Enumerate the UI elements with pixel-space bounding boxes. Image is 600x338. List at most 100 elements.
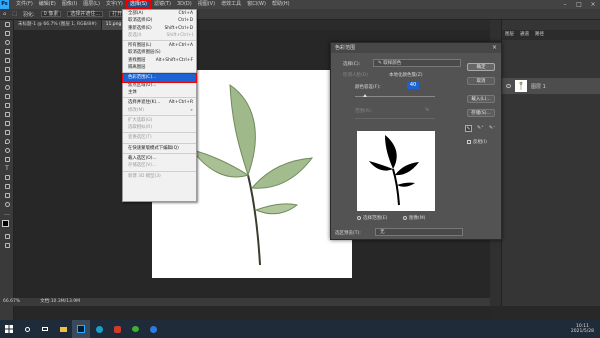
quick-mask-icon[interactable]: [0, 232, 14, 241]
feather-input[interactable]: 0 像素: [40, 11, 62, 17]
eyedropper-icon[interactable]: ✎: [465, 125, 472, 132]
zoom-level[interactable]: 66.67%: [3, 298, 20, 306]
photoshop-taskbar-icon[interactable]: [72, 320, 90, 338]
localized-color-clusters-checkbox[interactable]: 本地化颜色簇(Z): [389, 72, 423, 78]
menu-edit[interactable]: 编辑(E): [36, 0, 59, 9]
menu-type[interactable]: 文字(Y): [103, 0, 126, 9]
task-view-icon[interactable]: [36, 320, 54, 338]
menu-item[interactable]: 全部(A) Ctrl+A: [123, 10, 196, 17]
tab-paths[interactable]: 路径: [535, 30, 544, 40]
menu-select[interactable]: 选择(S): [125, 0, 151, 9]
menu-item[interactable]: 选择并遮住(K)... Alt+Ctrl+R: [123, 99, 196, 106]
wechat-icon[interactable]: [126, 320, 144, 338]
select-dropdown[interactable]: ✎ 取样颜色: [373, 59, 461, 67]
foreground-color-swatch[interactable]: [2, 220, 9, 227]
radio-selection[interactable]: 选择范围(E): [357, 215, 387, 221]
eraser-tool-icon[interactable]: [0, 119, 14, 128]
move-tool-icon[interactable]: [0, 20, 14, 29]
fuzziness-slider-track[interactable]: [355, 96, 435, 97]
menu-item-color-range[interactable]: 色彩范围(C)...: [122, 73, 197, 83]
eye-icon[interactable]: [506, 84, 511, 88]
close-icon[interactable]: ×: [586, 0, 600, 9]
taskbar-clock[interactable]: 10:11 2021/5/28: [571, 320, 594, 338]
window-controls: – □ ×: [558, 0, 600, 9]
fuzziness-slider-thumb[interactable]: [362, 94, 367, 97]
layer-row[interactable]: 图层 1: [502, 78, 600, 94]
gradient-tool-icon[interactable]: [0, 128, 14, 137]
menu-help[interactable]: 帮助(H): [269, 0, 293, 9]
color-swatches[interactable]: [0, 218, 13, 232]
menu-item[interactable]: 查找图层 Alt+Shift+Ctrl+F: [123, 57, 196, 64]
dialog-close-icon[interactable]: ×: [492, 43, 497, 53]
selection-preview-pane[interactable]: [357, 131, 435, 211]
history-brush-tool-icon[interactable]: [0, 110, 14, 119]
eyedropper-plus-icon[interactable]: ✎⁺: [477, 125, 484, 132]
menu-item[interactable]: 在快速蒙版模式下编辑(Q): [123, 145, 196, 152]
menu-item-label: 隔离图层: [128, 65, 146, 71]
zoom-tool-icon[interactable]: [0, 200, 14, 209]
type-tool-icon[interactable]: T: [0, 164, 14, 173]
dodge-tool-icon[interactable]: [0, 146, 14, 155]
menu-file[interactable]: 文件(F): [13, 0, 36, 9]
stamp-tool-icon[interactable]: [0, 101, 14, 110]
search-icon[interactable]: [18, 320, 36, 338]
tab-channels[interactable]: 通道: [520, 30, 529, 40]
screen-mode-icon[interactable]: [0, 241, 14, 250]
path-select-tool-icon[interactable]: [0, 173, 14, 182]
wps-office-icon[interactable]: [108, 320, 126, 338]
menu-item[interactable]: 取消选择图层(S): [123, 49, 196, 56]
radio-image[interactable]: 图像(M): [403, 215, 425, 221]
menu-window[interactable]: 窗口(W): [244, 0, 269, 9]
menu-item-label: 取消选择(D): [128, 18, 153, 24]
home-icon[interactable]: ⌂: [3, 11, 6, 17]
quick-select-tool-icon[interactable]: [0, 47, 14, 56]
maximize-icon[interactable]: □: [572, 0, 586, 9]
menu-filter[interactable]: 滤镜(T): [151, 0, 174, 9]
invert-checkbox[interactable]: 反相(I): [467, 139, 487, 145]
minimize-icon[interactable]: –: [558, 0, 572, 9]
select-and-mask-button[interactable]: 选择并遮住...: [67, 11, 104, 17]
windows-start-icon[interactable]: [0, 320, 18, 338]
menu-layer[interactable]: 图层(L): [80, 0, 103, 9]
menu-item[interactable]: 所有图层(L) Alt+Ctrl+A: [123, 42, 196, 49]
menu-item[interactable]: 主体: [123, 89, 196, 96]
radio-image-indicator[interactable]: [403, 215, 407, 220]
shape-tool-icon[interactable]: [0, 182, 14, 191]
radio-selection-indicator[interactable]: [357, 215, 361, 220]
more-tools-icon[interactable]: …: [0, 209, 14, 218]
menu-view[interactable]: 视图(V): [195, 0, 218, 9]
edge-browser-icon[interactable]: [90, 320, 108, 338]
invert-checkbox-box[interactable]: [467, 139, 471, 144]
marquee-tool-icon[interactable]: [0, 29, 14, 38]
lasso-tool-icon[interactable]: [0, 38, 14, 47]
menu-3d[interactable]: 3D(D): [174, 0, 195, 9]
healing-brush-tool-icon[interactable]: [0, 83, 14, 92]
tab-layers[interactable]: 图层: [505, 30, 514, 40]
pen-tool-icon[interactable]: [0, 155, 14, 164]
save-button[interactable]: 存储(S)...: [467, 109, 495, 117]
file-explorer-icon[interactable]: [54, 320, 72, 338]
ok-button[interactable]: 确定: [467, 63, 495, 71]
menu-item[interactable]: 重新选择(E) Shift+Ctrl+D: [123, 25, 196, 32]
load-button[interactable]: 载入(L)...: [467, 95, 495, 103]
crop-tool-icon[interactable]: [0, 56, 14, 65]
marquee-tool-icon[interactable]: ⬚: [12, 11, 17, 17]
tab-untitled[interactable]: 未标题-1 @ 66.7% (图层 1, RGB/8#): [14, 20, 102, 30]
menu-item[interactable]: 载入选区(O)...: [123, 155, 196, 162]
menu-item[interactable]: 焦点区域(U)...: [123, 82, 196, 89]
fuzziness-input[interactable]: 40: [407, 82, 419, 89]
selection-preview-dropdown[interactable]: 无: [375, 228, 463, 236]
eyedropper-minus-icon[interactable]: ✎⁻: [489, 125, 496, 132]
cancel-button[interactable]: 取消: [467, 77, 495, 85]
detect-faces-checkbox[interactable]: 检测人脸(D): [343, 72, 368, 78]
brush-tool-icon[interactable]: [0, 92, 14, 101]
frame-tool-icon[interactable]: [0, 65, 14, 74]
menu-item[interactable]: 取消选择(D) Ctrl+D: [123, 17, 196, 24]
menu-plugins[interactable]: 增效工具: [218, 0, 244, 9]
hand-tool-icon[interactable]: [0, 191, 14, 200]
menu-image[interactable]: 图像(I): [59, 0, 80, 9]
menu-item[interactable]: 隔离图层: [123, 64, 196, 71]
eyedropper-tool-icon[interactable]: [0, 74, 14, 83]
blur-tool-icon[interactable]: [0, 137, 14, 146]
app-icon[interactable]: [144, 320, 162, 338]
